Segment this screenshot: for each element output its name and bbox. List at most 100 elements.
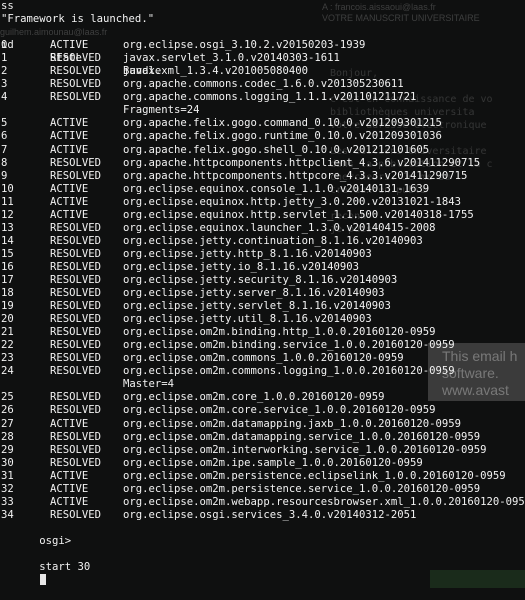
bundle-name: org.eclipse.jetty.http_8.1.16.v20140903 <box>123 247 372 260</box>
bundle-name: org.eclipse.om2m.commons.logging_1.0.0.2… <box>123 365 455 378</box>
text-cursor <box>40 574 47 586</box>
table-row: 31 ACTIVE org.eclipse.om2m.persistence.ecl… <box>0 470 525 483</box>
bundle-name: org.eclipse.om2m.core_1.0.0.20160120-095… <box>123 391 385 404</box>
bundle-name: org.eclipse.jetty.util_8.1.16.v20140903 <box>123 313 372 326</box>
bundle-state: RESOLVED <box>50 326 102 339</box>
table-row: 4 RESOLVED org.apache.commons.logging_1.1.… <box>0 91 525 104</box>
bundle-id: 27 <box>1 417 14 430</box>
bundle-state: RESOLVED <box>50 221 102 234</box>
bundle-state: RESOLVED <box>50 234 102 247</box>
terminal-output: ss "Framework is launched." id State Bun… <box>0 0 525 586</box>
bundle-name: org.apache.commons.codec_1.6.0.v20130523… <box>123 78 404 91</box>
bundle-state: RESOLVED <box>50 430 102 443</box>
bundle-id: 26 <box>1 404 14 417</box>
bundle-name: org.eclipse.jetty.continuation_8.1.16.v2… <box>123 234 423 247</box>
bundle-id: 18 <box>1 287 14 300</box>
table-row: 10 ACTIVE org.eclipse.equinox.console_1.1.… <box>0 183 525 196</box>
bundle-state: RESOLVED <box>50 78 102 91</box>
bundle-name: org.eclipse.om2m.webapp.resourcesbrowser… <box>123 495 525 508</box>
table-row: 17 RESOLVED org.eclipse.jetty.security_8.1… <box>0 274 525 287</box>
bundle-id: 1 <box>1 52 8 65</box>
bundle-name: org.eclipse.om2m.interworking.service_1.… <box>123 443 487 456</box>
table-row: 24 RESOLVED org.eclipse.om2m.commons.loggi… <box>0 365 525 378</box>
bundle-id: 6 <box>1 130 8 143</box>
shell-prompt: osgi> <box>39 534 72 547</box>
table-row: 2 RESOLVED javax.xml_1.3.4.v201005080400 <box>0 65 525 78</box>
bundle-id: 3 <box>1 78 8 91</box>
table-row: 7 ACTIVE org.apache.felix.gogo.shell_0.10.… <box>0 144 525 157</box>
bundle-id: 5 <box>1 117 8 130</box>
command-line[interactable]: osgi> start 30 <box>0 522 525 586</box>
bundle-id: 2 <box>1 65 8 78</box>
bundle-state: ACTIVE <box>50 195 89 208</box>
table-row: 23 RESOLVED org.eclipse.om2m.commons_1.0.0… <box>0 352 525 365</box>
bundle-id: 28 <box>1 430 14 443</box>
bundle-state: ACTIVE <box>50 143 89 156</box>
bundle-state: RESOLVED <box>50 91 102 104</box>
bundle-name: org.apache.felix.gogo.runtime_0.10.0.v20… <box>123 130 442 143</box>
table-row: 26 RESOLVED org.eclipse.om2m.core.service_… <box>0 404 525 417</box>
bundle-name: org.eclipse.jetty.servlet_8.1.16.v201409… <box>123 300 391 313</box>
bundle-id: 10 <box>1 182 14 195</box>
bundle-id: 29 <box>1 443 14 456</box>
table-row: 0 ACTIVE org.eclipse.osgi_3.10.2.v20150203… <box>0 39 525 52</box>
background-bottom-banner <box>430 570 525 588</box>
table-row: 21 RESOLVED org.eclipse.om2m.binding.http_… <box>0 326 525 339</box>
bundle-state: RESOLVED <box>50 273 102 286</box>
bundle-id: 16 <box>1 260 14 273</box>
table-row: 16 RESOLVED org.eclipse.jetty.io_8.1.16.v2… <box>0 261 525 274</box>
summary-text: Fragments=24 <box>123 104 200 117</box>
bundle-id: 19 <box>1 300 14 313</box>
output-line: ss <box>1 0 14 12</box>
bundle-name: org.eclipse.equinox.http.jetty_3.0.200.v… <box>123 195 462 208</box>
table-row: 15 RESOLVED org.eclipse.jetty.http_8.1.16.… <box>0 248 525 261</box>
table-row: 11 ACTIVE org.eclipse.equinox.http.jetty_3… <box>0 196 525 209</box>
table-row: 34 RESOLVED org.eclipse.osgi.services_3.4.… <box>0 509 525 522</box>
bundle-state: ACTIVE <box>50 39 89 52</box>
table-row: 1 RESOLVED javax.servlet_3.1.0.v20140303-1… <box>0 52 525 65</box>
bundle-id: 8 <box>1 156 8 169</box>
table-row: 14 RESOLVED org.eclipse.jetty.continuation… <box>0 235 525 248</box>
bundle-name: org.eclipse.om2m.commons_1.0.0.20160120-… <box>123 352 404 365</box>
table-row: 28 RESOLVED org.eclipse.om2m.datamapping.s… <box>0 431 525 444</box>
bundle-id: 22 <box>1 339 14 352</box>
bundle-name: org.eclipse.om2m.core.service_1.0.0.2016… <box>123 404 436 417</box>
bundle-name: org.apache.commons.logging_1.1.1.v201101… <box>123 91 417 104</box>
bundle-id: 0 <box>1 39 8 52</box>
bundle-id: 25 <box>1 391 14 404</box>
table-row: 29 RESOLVED org.eclipse.om2m.interworking.… <box>0 444 525 457</box>
bundle-id: 23 <box>1 352 14 365</box>
bundle-id: 33 <box>1 495 14 508</box>
bundle-state: ACTIVE <box>50 417 89 430</box>
bundle-state: RESOLVED <box>50 287 102 300</box>
bundle-id: 14 <box>1 234 14 247</box>
bundle-name: org.eclipse.om2m.binding.service_1.0.0.2… <box>123 339 455 352</box>
bundle-name: org.apache.felix.gogo.shell_0.10.0.v2012… <box>123 143 430 156</box>
summary-text: Master=4 <box>123 378 175 391</box>
bundle-table: 0 ACTIVE org.eclipse.osgi_3.10.2.v20150203… <box>0 39 525 522</box>
bundle-state: ACTIVE <box>50 208 89 221</box>
bundle-name: org.apache.felix.gogo.command_0.10.0.v20… <box>123 117 442 130</box>
bundle-id: 34 <box>1 508 14 521</box>
bundle-name: org.eclipse.om2m.datamapping.service_1.0… <box>123 430 481 443</box>
bundle-state: RESOLVED <box>50 65 102 78</box>
bundle-state: RESOLVED <box>50 247 102 260</box>
terminal-window[interactable]: A : francois.aissaoui@laas.fr VOTRE MANU… <box>0 0 525 600</box>
bundle-name: org.eclipse.osgi_3.10.2.v20150203-1939 <box>123 39 366 52</box>
bundle-state: RESOLVED <box>50 365 102 378</box>
bundle-name: org.eclipse.equinox.http.servlet_1.1.500… <box>123 208 474 221</box>
fragment-summary-line: Fragments=24 <box>0 104 525 117</box>
bundle-state: RESOLVED <box>50 300 102 313</box>
table-row: 33 ACTIVE org.eclipse.om2m.webapp.resource… <box>0 496 525 509</box>
command-input[interactable]: start 30 <box>39 561 90 573</box>
bundle-id: 15 <box>1 247 14 260</box>
bundle-name: org.eclipse.om2m.persistence.service_1.0… <box>123 482 481 495</box>
table-row: 3 RESOLVED org.apache.commons.codec_1.6.0.… <box>0 78 525 91</box>
bundle-id: 32 <box>1 482 14 495</box>
bundle-state: ACTIVE <box>50 182 89 195</box>
bundle-name: org.eclipse.jetty.io_8.1.16.v20140903 <box>123 260 359 273</box>
bundle-id: 24 <box>1 365 14 378</box>
table-row: 13 RESOLVED org.eclipse.equinox.launcher_1… <box>0 222 525 235</box>
table-row: 32 ACTIVE org.eclipse.om2m.persistence.ser… <box>0 483 525 496</box>
bundle-state: RESOLVED <box>50 52 102 65</box>
